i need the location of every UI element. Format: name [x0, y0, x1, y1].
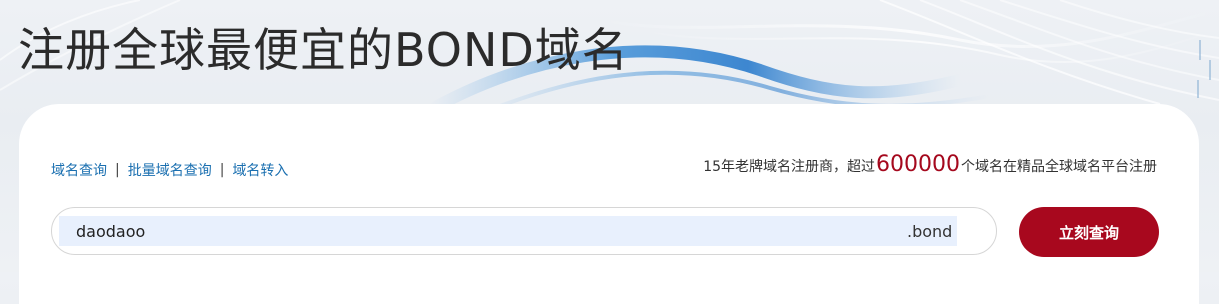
link-domain-search[interactable]: 域名查询 [51, 160, 107, 180]
promo-prefix: 15年老牌域名注册商，超过 [703, 159, 876, 175]
promo-text: 15年老牌域名注册商，超过 600000 个域名在精品全球域名平台注册 [703, 152, 1157, 177]
domain-search-box: .bond [51, 207, 997, 255]
domain-search-panel: 域名查询 | 批量域名查询 | 域名转入 15年老牌域名注册商，超过 60000… [19, 104, 1199, 304]
link-separator: | [219, 162, 225, 178]
search-mode-links: 域名查询 | 批量域名查询 | 域名转入 [51, 160, 288, 180]
registered-domain-count: 600000 [876, 152, 960, 177]
domain-search-input[interactable] [59, 216, 879, 246]
link-separator: | [115, 162, 120, 178]
link-bulk-domain-search[interactable]: 批量域名查询 [128, 160, 212, 180]
tld-suffix: .bond [907, 222, 953, 241]
promo-suffix: 个域名在精品全球域名平台注册 [961, 159, 1157, 175]
page-title: 注册全球最便宜的BOND域名 [18, 23, 629, 77]
link-domain-transfer[interactable]: 域名转入 [232, 160, 288, 180]
search-now-button[interactable]: 立刻查询 [1019, 207, 1159, 257]
